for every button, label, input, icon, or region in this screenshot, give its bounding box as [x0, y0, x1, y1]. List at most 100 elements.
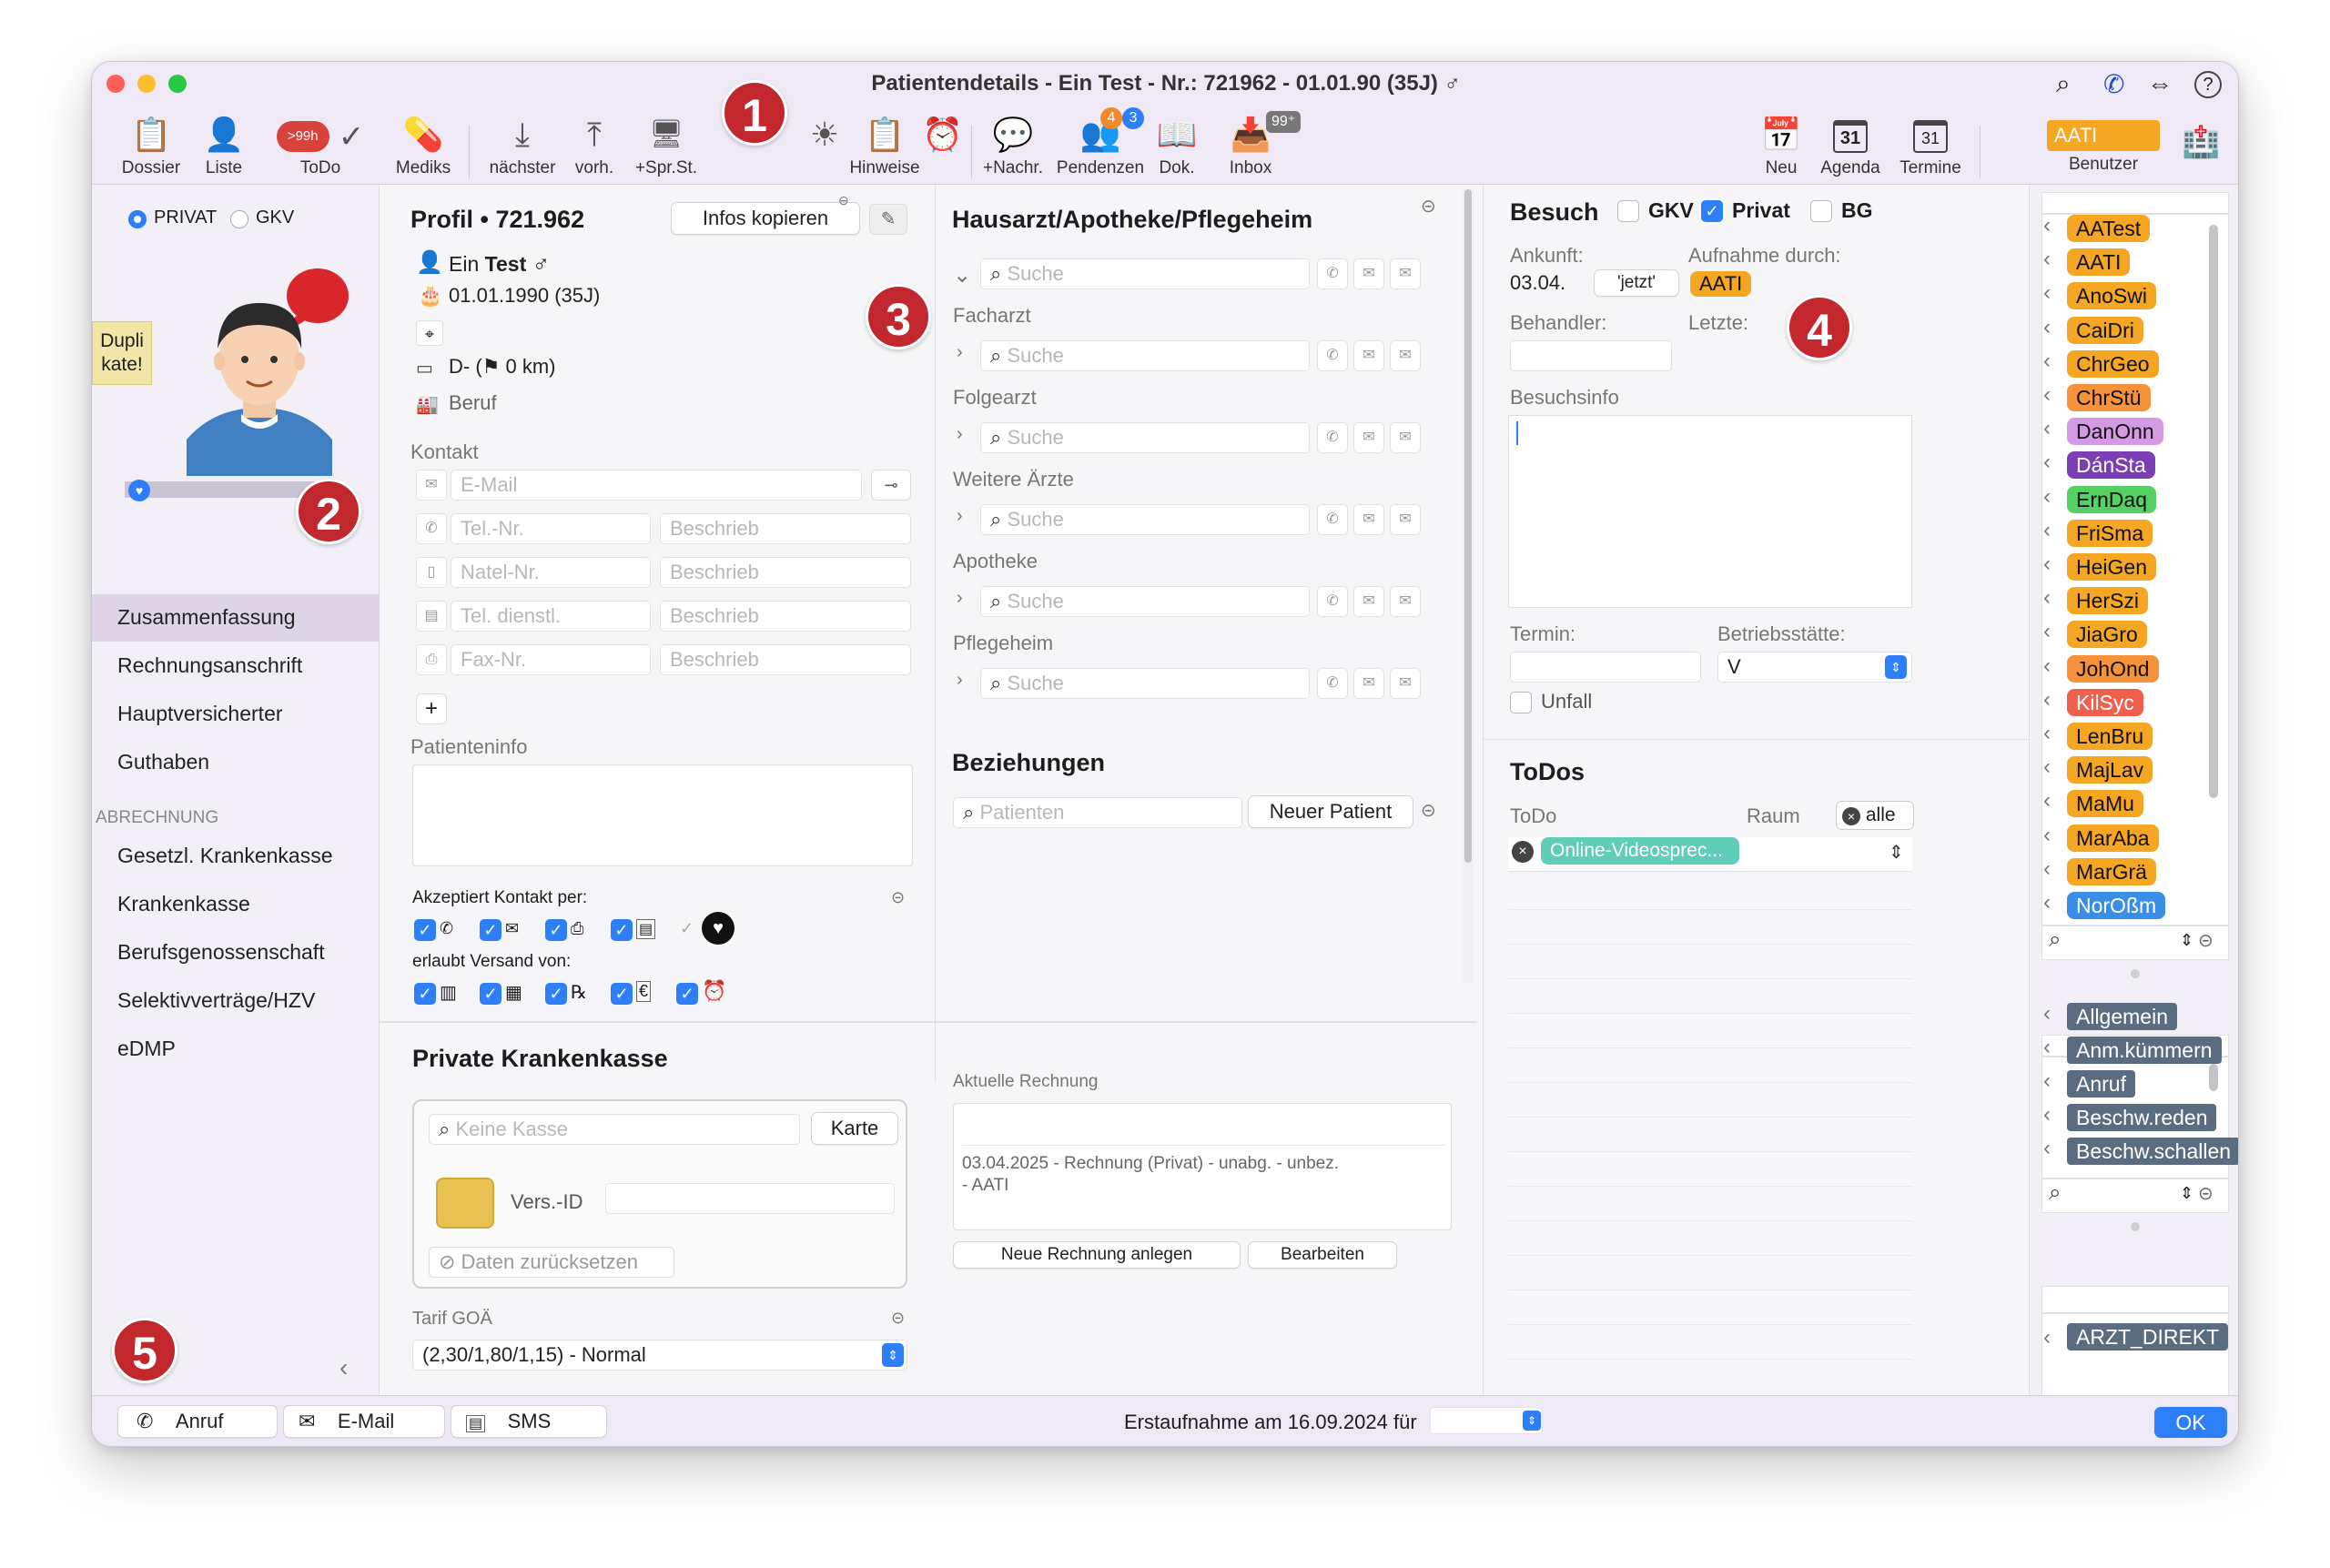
patienten-search-input[interactable]: ⌕ Patienten	[953, 797, 1242, 828]
send-calendar-checkbox[interactable]: ✓	[480, 983, 501, 1005]
envelope-icon[interactable]: ✉	[1353, 340, 1384, 371]
user-pill[interactable]: MaMu	[2067, 790, 2143, 818]
tel-dienstl-desc-input[interactable]: Beschrieb	[660, 601, 911, 632]
phone-icon[interactable]: ✆	[1317, 422, 1348, 453]
toolbar-previous[interactable]: ⤒ vorh.	[567, 111, 622, 178]
shield-icon[interactable]: ♥	[128, 480, 150, 501]
chevron-left-icon[interactable]: ‹	[2043, 247, 2051, 272]
radio-privat[interactable]	[128, 210, 147, 228]
send-documents-checkbox[interactable]: ✓	[414, 983, 436, 1005]
chevron-left-icon[interactable]: ‹	[2043, 823, 2051, 848]
help-icon[interactable]: ?	[2194, 71, 2222, 98]
aufnahme-user-pill[interactable]: AATI	[1690, 271, 1752, 297]
toolbar-alarm[interactable]: ☀	[806, 111, 843, 158]
toolbar-hinweise[interactable]: 📋 Hinweise	[844, 111, 926, 178]
select-stepper-icon[interactable]: ⇕	[882, 1343, 904, 1367]
patienteninfo-textarea[interactable]	[412, 764, 913, 866]
phone-icon[interactable]: ✆	[1317, 258, 1348, 289]
search-icon[interactable]: ⌕	[2049, 1180, 2061, 1206]
select-stepper-icon[interactable]: ⇕	[1523, 1411, 1541, 1431]
tag-pill[interactable]: Allgemein	[2067, 1003, 2177, 1030]
tarif-select[interactable]: (2,30/1,80/1,15) - Normal	[412, 1340, 907, 1371]
chevron-left-icon[interactable]: ‹	[2043, 349, 2051, 374]
envelope-icon[interactable]: ✉	[1353, 504, 1384, 535]
scrollbar-thumb[interactable]	[1464, 189, 1472, 863]
nav-rechnungsanschrift[interactable]: Rechnungsanschrift	[117, 653, 302, 678]
chevron-left-icon[interactable]: ‹	[2043, 687, 2051, 713]
key-icon[interactable]: ⊸	[871, 470, 911, 501]
user-pill[interactable]: DánSta	[2067, 451, 2155, 480]
tel-dienstl-input[interactable]: Tel. dienstl.	[451, 601, 651, 632]
betriebsstaette-select[interactable]: V	[1717, 652, 1912, 683]
sync-icon[interactable]: ⇔	[2147, 69, 2173, 98]
bg-checkbox[interactable]	[1810, 200, 1832, 222]
daten-zuruecksetzen-button[interactable]: ⊘ Daten zurücksetzen	[429, 1247, 674, 1278]
chevron-left-icon[interactable]: ‹	[2043, 1325, 2051, 1351]
options-icon[interactable]: ⊝	[2198, 929, 2214, 952]
user-pill[interactable]: CaiDri	[2067, 316, 2143, 344]
chevron-left-icon[interactable]: ‹	[2043, 1001, 2051, 1027]
envelope-icon[interactable]: ✉	[1353, 422, 1384, 453]
termin-input[interactable]	[1510, 652, 1701, 683]
search-icon[interactable]: ⌕	[2056, 69, 2071, 99]
email-button[interactable]: ✉ E-Mail	[283, 1405, 445, 1438]
kasse-search-input[interactable]: ⌕ Keine Kasse	[429, 1114, 800, 1145]
options-icon[interactable]: ⊝	[891, 888, 905, 907]
envelope-outline-icon[interactable]: ✉	[1390, 668, 1421, 699]
phone-icon[interactable]: ✆	[1317, 668, 1348, 699]
toolbar-mediks[interactable]: 💊 Mediks	[389, 111, 458, 178]
collapse-chevron-icon[interactable]: ‹	[339, 1353, 348, 1382]
chevron-left-icon[interactable]: ‹	[2043, 1136, 2051, 1161]
infos-kopieren-button[interactable]: Infos kopieren	[671, 202, 860, 235]
select-stepper-icon[interactable]: ⇕	[1885, 655, 1907, 679]
karte-button[interactable]: Karte	[811, 1112, 898, 1145]
splitter-handle[interactable]	[2131, 1222, 2140, 1231]
gkv-checkbox[interactable]	[1617, 200, 1639, 222]
user-pill[interactable]: LenBru	[2067, 723, 2153, 750]
chevron-left-icon[interactable]: ‹	[2043, 1102, 2051, 1128]
ok-button[interactable]: OK	[2154, 1407, 2227, 1438]
weitere-aerzte-search-input[interactable]: ⌕ Suche	[980, 504, 1310, 535]
chevron-left-icon[interactable]: ‹	[2043, 653, 2051, 679]
chevron-right-icon[interactable]: ›	[957, 424, 963, 445]
nav-berufsgenossenschaft[interactable]: Berufsgenossenschaft	[117, 940, 325, 965]
tag-pill[interactable]: Beschw.schallen	[2067, 1138, 2238, 1165]
natel-desc-input[interactable]: Beschrieb	[660, 557, 911, 588]
user-pill[interactable]: KilSyc	[2067, 688, 2143, 716]
edit-pencil-icon[interactable]: ✎	[869, 204, 907, 235]
user-pill[interactable]: ChrStü	[2067, 384, 2151, 411]
stepper-icon[interactable]: ⇕	[2180, 931, 2193, 950]
neuer-patient-button[interactable]: Neuer Patient	[1248, 795, 1413, 828]
tag-pill[interactable]: Beschw.reden	[2067, 1104, 2217, 1131]
accept-fax-checkbox[interactable]: ✓	[545, 919, 567, 941]
versid-input[interactable]	[605, 1183, 895, 1214]
arzt-direkt-tag[interactable]: ARZT_DIREKT	[2067, 1323, 2229, 1351]
hausarzt-search-input[interactable]: ⌕ Suche	[980, 258, 1310, 289]
apotheke-search-input[interactable]: ⌕ Suche	[980, 586, 1310, 617]
user-pill[interactable]: FriSma	[2067, 519, 2153, 547]
toolbar-reminder[interactable]: ⏰	[922, 111, 963, 158]
accept-email-checkbox[interactable]: ✓	[480, 919, 501, 941]
chevron-left-icon[interactable]: ‹	[2043, 754, 2051, 780]
user-pill[interactable]: ChrGeo	[2067, 349, 2159, 378]
jetzt-button[interactable]: 'jetzt'	[1594, 269, 1679, 297]
user-pill[interactable]: AATI	[2067, 248, 2131, 277]
duplicate-warning[interactable]: Dupli kate!	[92, 321, 152, 385]
chevron-left-icon[interactable]: ‹	[2043, 890, 2051, 916]
stepper-icon[interactable]: ⇕	[1889, 841, 1904, 864]
user-pill[interactable]: NorOßm	[2067, 892, 2166, 919]
options-icon[interactable]: ⊝	[1421, 195, 1436, 217]
phone-icon[interactable]: ✆	[1317, 586, 1348, 617]
folgearzt-search-input[interactable]: ⌕ Suche	[980, 422, 1310, 453]
envelope-icon[interactable]: ✉	[1353, 668, 1384, 699]
search-icon[interactable]: ⌕	[2049, 927, 2061, 953]
sms-button[interactable]: ▤ SMS	[451, 1405, 607, 1438]
user-pill[interactable]: MarGrä	[2067, 857, 2156, 885]
nav-guthaben[interactable]: Guthaben	[117, 750, 209, 774]
chevron-left-icon[interactable]: ‹	[2043, 1068, 2051, 1094]
toolbar-dokumente[interactable]: 📖 Dok.	[1151, 111, 1202, 178]
chevron-down-icon[interactable]: ⌄	[953, 262, 971, 288]
facharzt-search-input[interactable]: ⌕ Suche	[980, 340, 1310, 371]
nav-gesetzl-krankenkasse[interactable]: Gesetzl. Krankenkasse	[117, 844, 333, 868]
chevron-right-icon[interactable]: ›	[957, 588, 963, 609]
